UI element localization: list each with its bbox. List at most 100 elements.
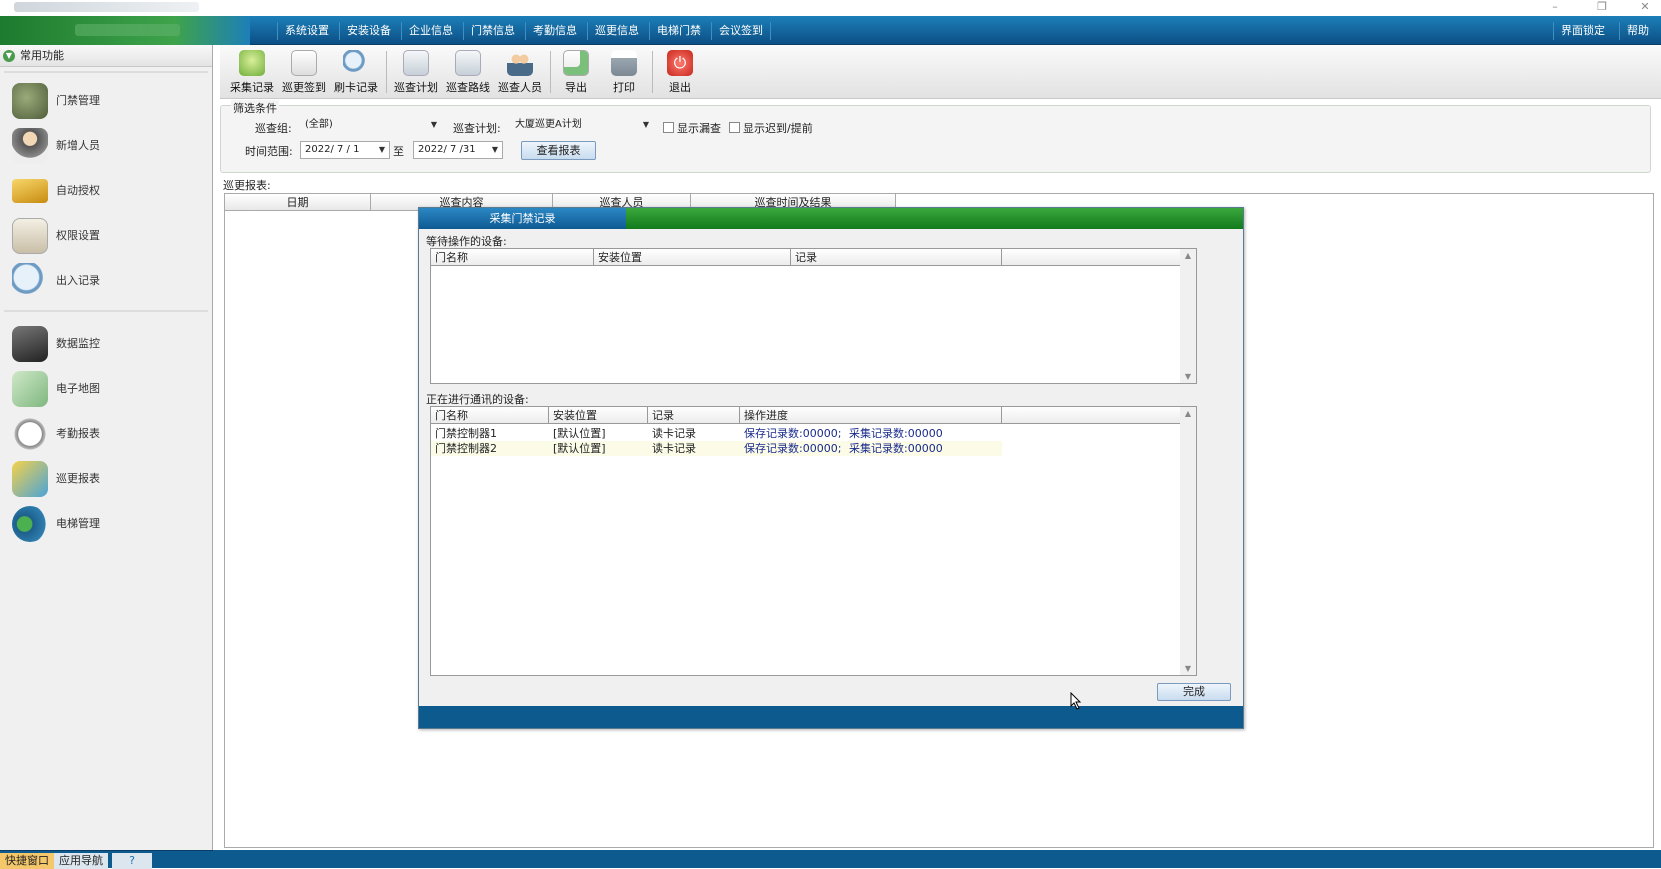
patrol-checkin-button[interactable]: 巡更签到 bbox=[280, 48, 328, 96]
tab-app-navigation[interactable]: 应用导航 bbox=[54, 853, 108, 869]
sidebar-header-label: 常用功能 bbox=[20, 49, 64, 62]
access-control-icon bbox=[12, 83, 48, 119]
show-missed-checkbox[interactable] bbox=[663, 122, 674, 133]
menu-meeting-checkin[interactable]: 会议签到 bbox=[711, 22, 771, 40]
exit-button[interactable]: ⏻ 退出 bbox=[656, 48, 704, 96]
menu-access-info[interactable]: 门禁信息 bbox=[463, 22, 522, 40]
menu-system-settings[interactable]: 系统设置 bbox=[277, 22, 336, 40]
sidebar-item-attendance-report[interactable]: 考勤报表 bbox=[0, 410, 212, 455]
scrollbar[interactable]: ▲ ▼ bbox=[1180, 249, 1196, 383]
filter-panel: 筛选条件 巡查组: (全部) ▼ 巡查计划: 大厦巡更A计划 ▼ 显示漏查 显示… bbox=[220, 100, 1651, 173]
active-devices-list[interactable]: 门名称 安装位置 记录 操作进度 门禁控制器1 [默认位置] 读卡记录 保存记录… bbox=[430, 406, 1197, 676]
magnifier-icon bbox=[12, 263, 48, 299]
filter-legend: 筛选条件 bbox=[231, 100, 279, 116]
sidebar-item-access-records[interactable]: 出入记录 bbox=[0, 257, 212, 302]
date-to-picker[interactable]: 2022/ 7 /31 ▼ bbox=[413, 141, 503, 159]
menu-help[interactable]: 帮助 bbox=[1619, 22, 1656, 40]
column-header-progress[interactable]: 操作进度 bbox=[740, 407, 1002, 424]
column-header-location[interactable]: 安装位置 bbox=[549, 407, 648, 424]
sidebar-item-add-person[interactable]: 新增人员 bbox=[0, 122, 212, 167]
column-header-record[interactable]: 记录 bbox=[648, 407, 740, 424]
view-report-button[interactable]: 查看报表 bbox=[521, 141, 596, 160]
scroll-up-icon[interactable]: ▲ bbox=[1180, 409, 1196, 418]
done-button[interactable]: 完成 bbox=[1157, 683, 1231, 701]
waiting-devices-label: 等待操作的设备: bbox=[426, 235, 507, 248]
minimize-icon[interactable]: – bbox=[1545, 0, 1565, 13]
map-icon bbox=[12, 371, 48, 407]
cell-saved-count: 保存记录数:00000; bbox=[744, 442, 842, 455]
column-header-empty bbox=[1002, 407, 1182, 424]
print-icon bbox=[611, 50, 637, 76]
scroll-up-icon[interactable]: ▲ bbox=[1180, 251, 1196, 260]
table-row[interactable]: 门禁控制器1 [默认位置] 读卡记录 保存记录数:00000; 采集记录数:00… bbox=[431, 426, 1002, 441]
waiting-devices-list[interactable]: 门名称 安装位置 记录 ▲ ▼ bbox=[430, 248, 1197, 384]
toolbar-label: 采集记录 bbox=[230, 81, 274, 94]
menu-elevator-access[interactable]: 电梯门禁 bbox=[649, 22, 708, 40]
column-header-date[interactable]: 日期 bbox=[225, 194, 371, 211]
collapse-icon[interactable]: ▼ bbox=[3, 50, 15, 62]
toolbar-label: 巡更签到 bbox=[282, 81, 326, 94]
scroll-down-icon[interactable]: ▼ bbox=[1180, 664, 1196, 673]
sidebar-item-e-map[interactable]: 电子地图 bbox=[0, 365, 212, 410]
sidebar-item-label: 巡更报表 bbox=[56, 472, 100, 485]
date-from-picker[interactable]: 2022/ 7 / 1 ▼ bbox=[300, 141, 390, 159]
report-label: 巡更报表: bbox=[223, 179, 271, 192]
menu-patrol-info[interactable]: 巡更信息 bbox=[587, 22, 646, 40]
menu-lock-ui[interactable]: 界面锁定 bbox=[1553, 22, 1612, 40]
menu-attendance-info[interactable]: 考勤信息 bbox=[525, 22, 584, 40]
column-header-door[interactable]: 门名称 bbox=[431, 249, 594, 266]
patrol-plan-button[interactable]: 巡查计划 bbox=[392, 48, 440, 96]
group-select-value: (全部) bbox=[305, 119, 333, 130]
active-devices-label: 正在进行通讯的设备: bbox=[426, 393, 529, 406]
sidebar-item-permission-settings[interactable]: 权限设置 bbox=[0, 212, 212, 257]
route-icon bbox=[455, 50, 481, 76]
menu-install-device[interactable]: 安装设备 bbox=[339, 22, 398, 40]
collect-records-button[interactable]: 采集记录 bbox=[228, 48, 276, 96]
bottom-tabs: 快捷窗口 应用导航 ? bbox=[0, 850, 213, 869]
scroll-down-icon[interactable]: ▼ bbox=[1180, 372, 1196, 381]
sidebar-header[interactable]: ▼ 常用功能 bbox=[0, 45, 212, 67]
checkin-icon bbox=[291, 50, 317, 76]
toolbar-label: 打印 bbox=[613, 81, 635, 94]
column-header-record[interactable]: 记录 bbox=[791, 249, 1002, 266]
plan-label: 巡查计划: bbox=[453, 122, 501, 135]
patrol-staff-button[interactable]: 巡查人员 bbox=[496, 48, 544, 96]
scrollbar[interactable]: ▲ ▼ bbox=[1180, 407, 1196, 675]
card-records-button[interactable]: 刷卡记录 bbox=[332, 48, 380, 96]
sidebar-item-label: 门禁管理 bbox=[56, 94, 100, 107]
export-button[interactable]: 导出 bbox=[552, 48, 600, 96]
close-icon[interactable]: ✕ bbox=[1635, 0, 1655, 13]
left-sidebar: ▼ 常用功能 门禁管理 新增人员 自动授权 权限设置 出入记录 数据监控 电子地… bbox=[0, 45, 213, 850]
sidebar-item-data-monitor[interactable]: 数据监控 bbox=[0, 320, 212, 365]
sidebar-item-elevator-management[interactable]: 电梯管理 bbox=[0, 500, 212, 545]
sidebar-item-label: 权限设置 bbox=[56, 229, 100, 242]
plan-select[interactable]: 大厦巡更A计划 ▼ bbox=[511, 117, 653, 135]
exit-icon: ⏻ bbox=[667, 50, 693, 76]
chevron-down-icon: ▼ bbox=[642, 120, 650, 129]
sidebar-item-label: 数据监控 bbox=[56, 337, 100, 350]
group-select[interactable]: (全部) ▼ bbox=[301, 117, 441, 135]
tab-quick-window[interactable]: 快捷窗口 bbox=[0, 853, 54, 869]
sidebar-item-label: 出入记录 bbox=[56, 274, 100, 287]
column-header-empty bbox=[1002, 249, 1182, 266]
column-header-door[interactable]: 门名称 bbox=[431, 407, 549, 424]
card-icon bbox=[12, 179, 48, 203]
patrol-route-button[interactable]: 巡查路线 bbox=[444, 48, 492, 96]
sidebar-item-auto-authorize[interactable]: 自动授权 bbox=[0, 167, 212, 212]
cell-record: 读卡记录 bbox=[652, 427, 696, 440]
cell-location: [默认位置] bbox=[553, 427, 606, 440]
mouse-cursor-icon bbox=[1070, 692, 1082, 710]
table-row[interactable]: 门禁控制器2 [默认位置] 读卡记录 保存记录数:00000; 采集记录数:00… bbox=[431, 441, 1002, 456]
column-header-location[interactable]: 安装位置 bbox=[594, 249, 791, 266]
menu-bar: 系统设置 安装设备 企业信息 门禁信息 考勤信息 巡更信息 电梯门禁 会议签到 … bbox=[0, 16, 1661, 45]
show-late-checkbox[interactable] bbox=[729, 122, 740, 133]
sidebar-item-patrol-report[interactable]: 巡更报表 bbox=[0, 455, 212, 500]
toolbar-separator bbox=[386, 51, 387, 93]
export-icon bbox=[563, 50, 589, 76]
sidebar-item-access-management[interactable]: 门禁管理 bbox=[0, 77, 212, 122]
restore-icon[interactable]: ❐ bbox=[1592, 0, 1612, 13]
print-button[interactable]: 打印 bbox=[600, 48, 648, 96]
menu-enterprise-info[interactable]: 企业信息 bbox=[401, 22, 460, 40]
help-icon[interactable]: ? bbox=[112, 853, 152, 869]
toolbar: 采集记录 巡更签到 刷卡记录 巡查计划 巡查路线 巡查人员 导出 打印 ⏻ 退出 bbox=[220, 45, 1661, 99]
